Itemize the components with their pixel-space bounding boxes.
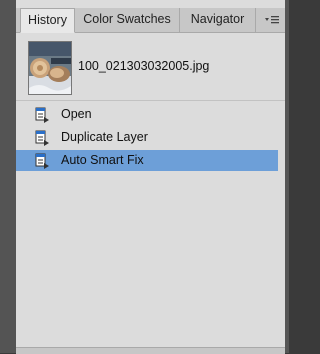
panel-tab-bar: History Color Swatches Navigator — [16, 8, 285, 33]
history-panel: History Color Swatches Navigator 100_021… — [16, 0, 285, 354]
history-step-icon — [34, 153, 50, 169]
left-dock-strip — [0, 0, 16, 353]
history-step-icon — [34, 130, 50, 146]
snapshot-thumbnail — [28, 41, 72, 95]
tab-navigator[interactable]: Navigator — [180, 8, 256, 32]
right-dock-edge — [285, 0, 289, 353]
history-step-label: Duplicate Layer — [61, 130, 148, 144]
tab-color-swatches[interactable]: Color Swatches — [75, 8, 180, 32]
history-list: 100_021303032005.jpg Open Duplicate Laye… — [16, 33, 285, 351]
history-step-label: Auto Smart Fix — [61, 153, 144, 167]
history-step-label: Open — [61, 107, 92, 121]
panel-menu-icon[interactable] — [264, 12, 280, 28]
history-step-auto-smart-fix[interactable]: Auto Smart Fix — [16, 150, 278, 171]
history-step-open[interactable]: Open — [16, 104, 278, 125]
snapshot-filename: 100_021303032005.jpg — [78, 59, 210, 73]
snapshot-row[interactable]: 100_021303032005.jpg — [16, 33, 285, 101]
history-step-duplicate-layer[interactable]: Duplicate Layer — [16, 127, 278, 148]
history-step-icon — [34, 107, 50, 123]
tab-history[interactable]: History — [20, 8, 75, 33]
